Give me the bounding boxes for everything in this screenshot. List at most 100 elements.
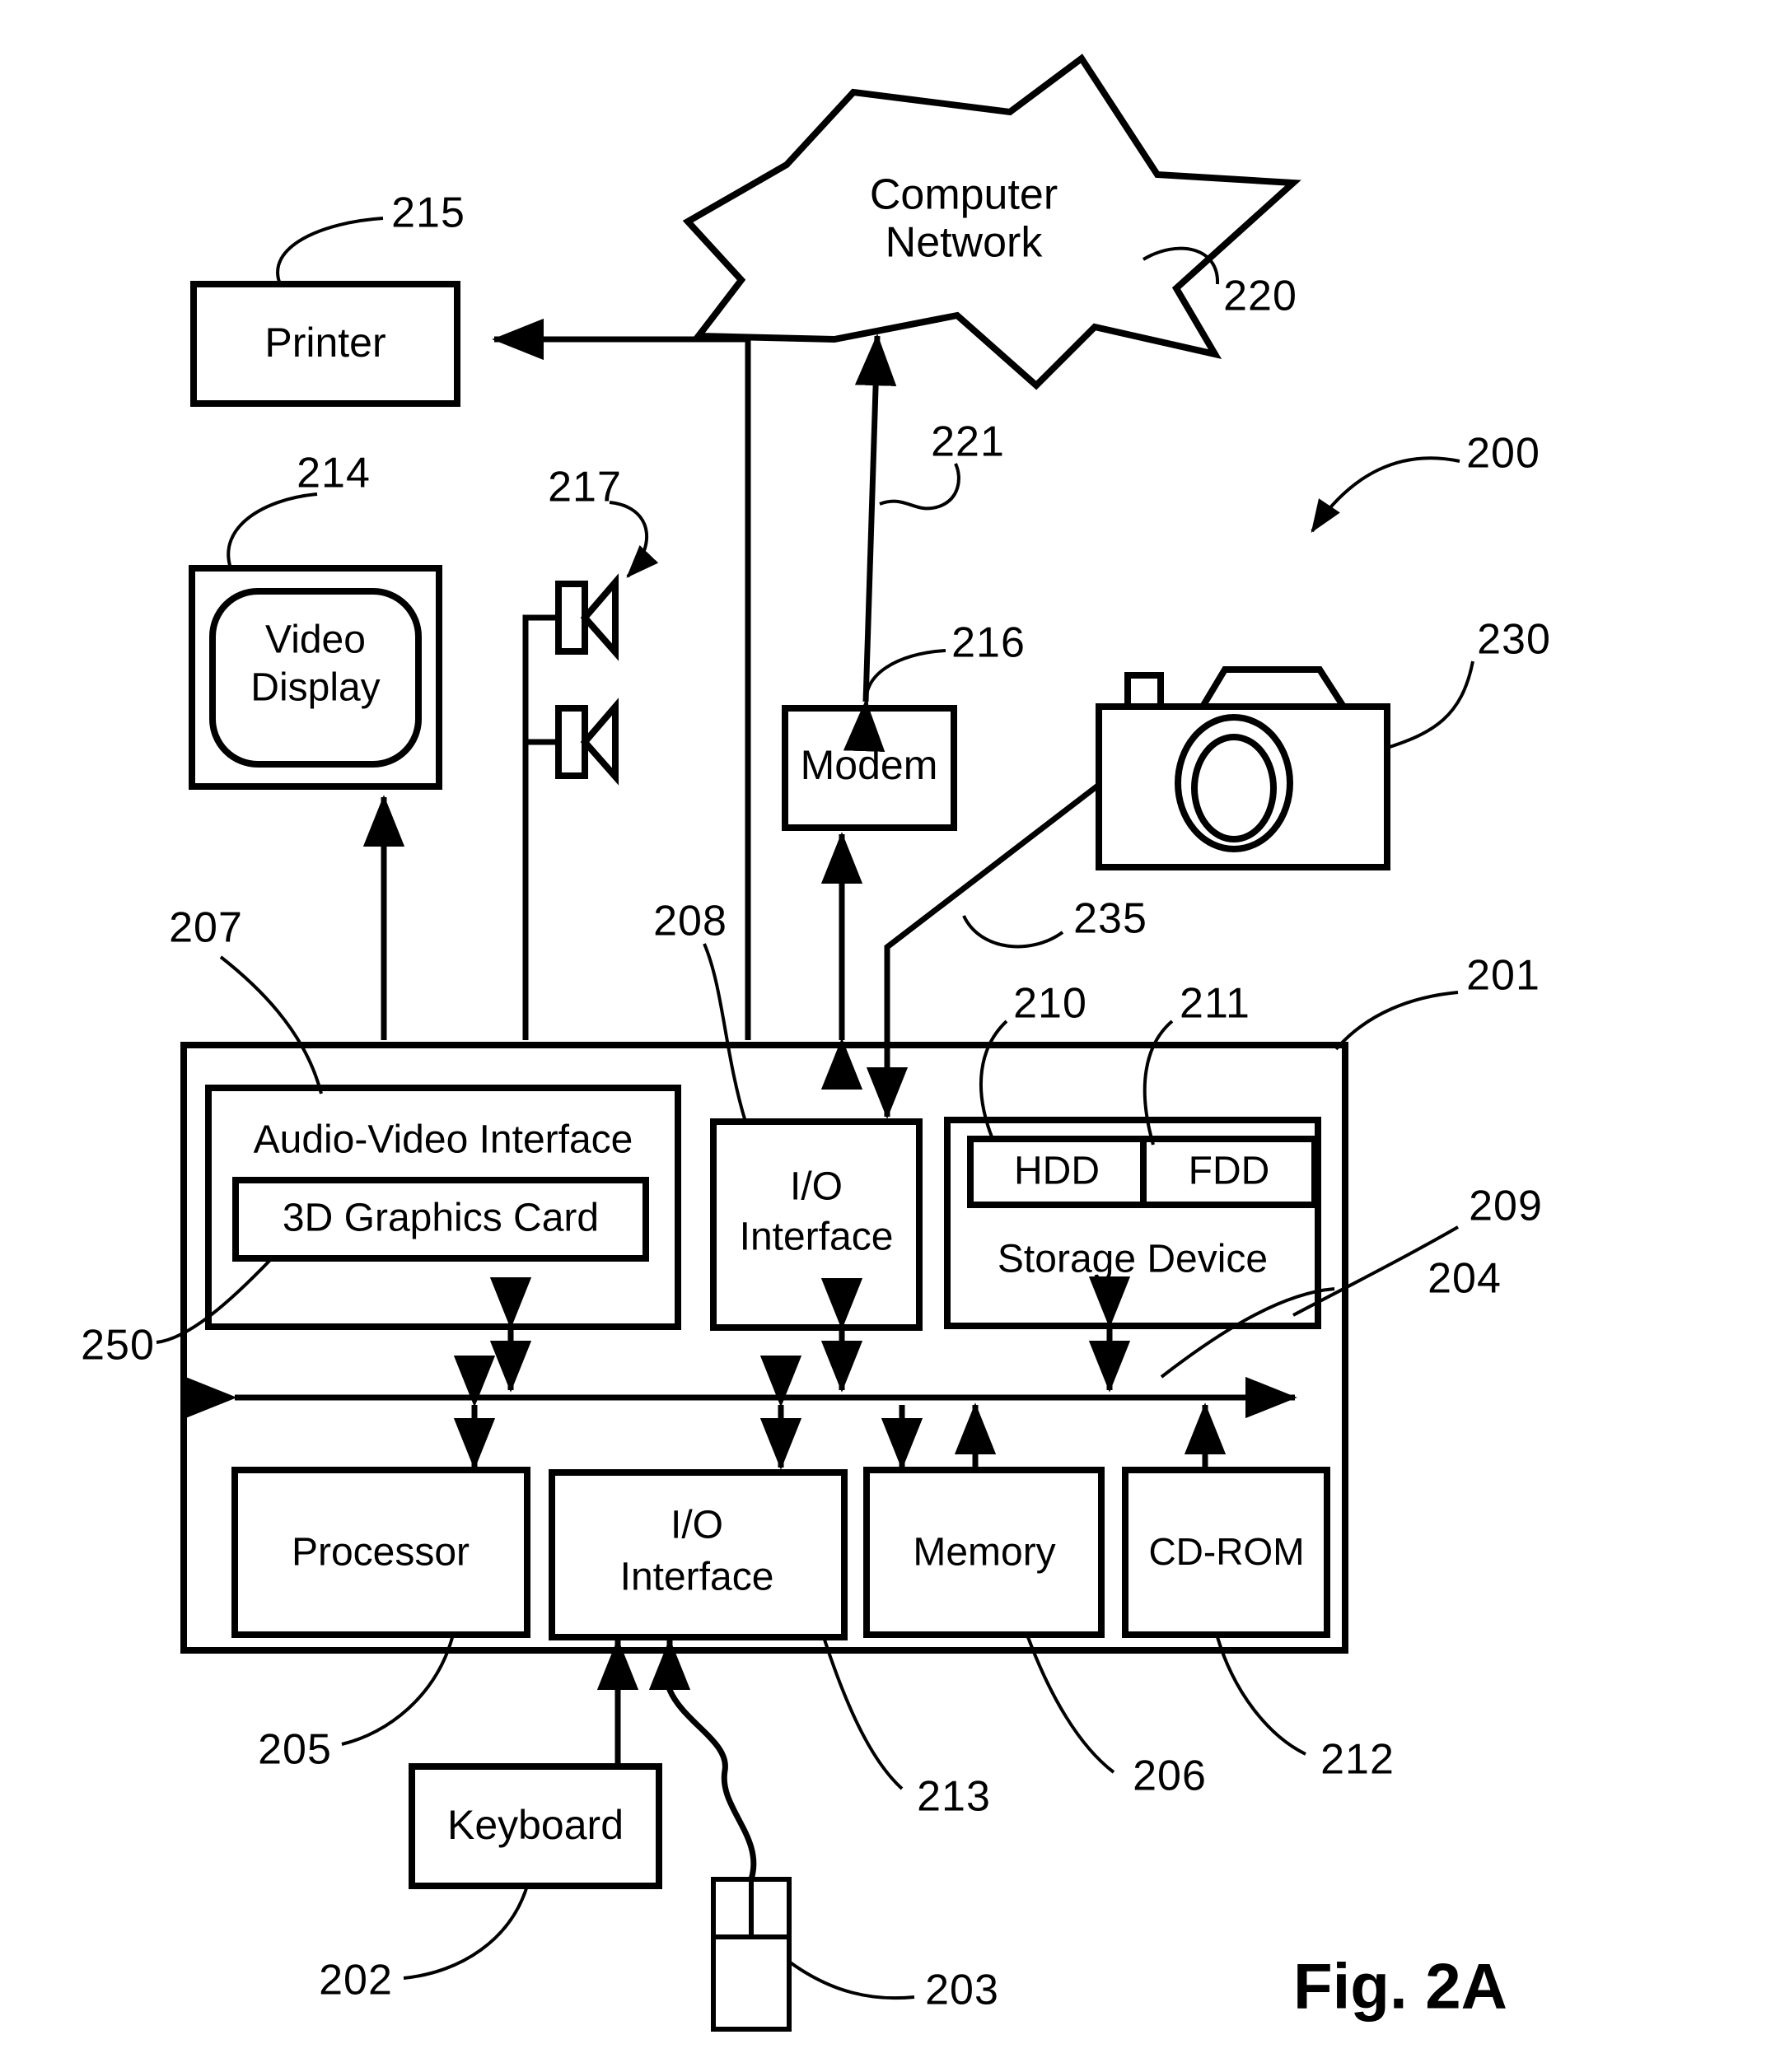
ref-num-220: 220 xyxy=(1223,273,1297,320)
io-interface-top-label-line1: I/O xyxy=(790,1165,843,1209)
leader-208 xyxy=(703,943,747,1122)
camera-node[interactable] xyxy=(1096,666,1390,870)
speaker-wire-bracket xyxy=(522,614,558,745)
leader-217 xyxy=(609,501,659,578)
ref-num-250: 250 xyxy=(81,1322,155,1370)
leader-213 xyxy=(822,1636,904,1790)
modem-node[interactable]: Modem xyxy=(782,705,957,831)
figure-page: Printer 215 Computer Network 220 200 Vid… xyxy=(0,0,1785,2072)
figure-canvas: Printer 215 Computer Network 220 200 Vid… xyxy=(81,54,1551,2032)
keyboard-ref-leader: 202 xyxy=(319,1885,529,2004)
video-display-ref-leader: 214 xyxy=(227,450,371,569)
ref-num-200: 200 xyxy=(1466,430,1540,478)
mouse-ref-leader: 203 xyxy=(787,1960,999,2014)
ref-num-202: 202 xyxy=(319,1957,393,2004)
keyboard-node[interactable]: Keyboard xyxy=(409,1638,662,1889)
storage-device-ref-leader: 209 xyxy=(1292,1183,1543,1317)
network-modem-line xyxy=(843,334,897,752)
camera-ref-leader: 230 xyxy=(1386,616,1551,749)
ref-num-208: 208 xyxy=(653,898,727,945)
ref-num-201: 201 xyxy=(1466,952,1540,1000)
io-interface-top-node[interactable]: I/O Interface xyxy=(710,1118,923,1331)
mouse-cable xyxy=(648,1638,757,1881)
ref-num-205: 205 xyxy=(258,1726,332,1774)
camera-lens-inner xyxy=(1191,734,1277,842)
io-interface-bottom-label-line1: I/O xyxy=(671,1504,723,1547)
computer-network-node[interactable]: Computer Network xyxy=(682,54,1301,390)
network-label-line1: Computer xyxy=(870,171,1058,219)
memory-label: Memory xyxy=(913,1531,1055,1575)
memory-node[interactable]: Memory xyxy=(863,1467,1105,1638)
processor-node[interactable]: Processor xyxy=(231,1467,530,1638)
leader-216 xyxy=(864,649,946,709)
cdrom-ref-leader: 212 xyxy=(1216,1636,1395,1784)
modem-ref-leader: 216 xyxy=(864,619,1026,709)
camera-body[interactable] xyxy=(1096,703,1390,870)
io-interface-bottom-node[interactable]: I/O Interface xyxy=(549,1469,848,1640)
camera-shutter-button xyxy=(1124,672,1164,710)
leader-201 xyxy=(1334,991,1459,1051)
leader-221 xyxy=(879,463,960,511)
graphics-card-label: 3D Graphics Card xyxy=(283,1197,599,1240)
ref-num-210: 210 xyxy=(1013,980,1087,1028)
leader-211 xyxy=(1142,1020,1174,1146)
printer-ref-leader: 215 xyxy=(276,189,465,285)
leader-204 xyxy=(1160,1287,1335,1379)
ref-num-214: 214 xyxy=(297,450,371,497)
ref-num-207: 207 xyxy=(169,904,243,952)
cdrom-node[interactable]: CD-ROM xyxy=(1122,1467,1330,1638)
camera-pentaprism xyxy=(1199,666,1347,709)
bus-upper-connections xyxy=(489,1276,1131,1393)
storage-device-node[interactable]: HDD FDD Storage Device xyxy=(944,1117,1321,1329)
ref-num-203: 203 xyxy=(925,1967,999,2014)
io-interface-bottom-label-line2: Interface xyxy=(620,1556,774,1599)
speakers-ref-leader: 217 xyxy=(548,464,659,578)
processor-label: Processor xyxy=(292,1531,470,1575)
leader-202 xyxy=(403,1885,529,1980)
mouse-node[interactable] xyxy=(648,1638,792,2032)
speaker-bottom-cone xyxy=(580,698,619,786)
cdrom-label: CD-ROM xyxy=(1148,1530,1304,1573)
speaker-top-cone xyxy=(580,573,619,661)
modem-label: Modem xyxy=(801,742,938,788)
audio-video-interface-node[interactable]: Audio-Video Interface 3D Graphics Card xyxy=(205,1085,681,1330)
printer-node[interactable]: Printer xyxy=(190,281,460,407)
figure-caption: Fig. 2A xyxy=(1293,1950,1507,2023)
audio-video-interface-label: Audio-Video Interface xyxy=(254,1118,633,1162)
ref-num-213: 213 xyxy=(917,1773,991,1821)
leader-200 xyxy=(1311,456,1460,533)
mouse-body[interactable] xyxy=(711,1934,792,2032)
system-ref-leader: 200 xyxy=(1311,430,1540,533)
processor-ref-leader: 205 xyxy=(258,1634,455,1774)
ref-num-235: 235 xyxy=(1073,895,1147,943)
io-interface-bottom-ref-leader: 213 xyxy=(822,1636,991,1821)
bus-lower-connections xyxy=(453,1355,1227,1470)
leader-235 xyxy=(962,915,1064,949)
leader-207 xyxy=(219,955,323,1094)
ref-num-221: 221 xyxy=(931,418,1005,466)
video-display-node[interactable]: Video Display xyxy=(189,565,442,790)
video-display-label-line1: Video xyxy=(265,618,366,662)
keyboard-label: Keyboard xyxy=(447,1802,624,1848)
speakers-node[interactable] xyxy=(522,573,619,786)
ref-num-206: 206 xyxy=(1133,1752,1207,1800)
ref-num-216: 216 xyxy=(951,619,1026,667)
ref-num-209: 209 xyxy=(1469,1183,1543,1230)
leader-230 xyxy=(1386,660,1474,749)
leader-214 xyxy=(227,492,318,569)
video-display-label-line2: Display xyxy=(250,666,380,710)
ref-num-212: 212 xyxy=(1320,1736,1395,1784)
network-label-line2: Network xyxy=(885,219,1044,267)
memory-ref-leader: 206 xyxy=(1026,1636,1207,1800)
leader-203 xyxy=(787,1960,915,2000)
ref-num-230: 230 xyxy=(1477,616,1551,664)
graphics-card-ref-leader: 250 xyxy=(81,1257,273,1370)
leader-215 xyxy=(276,217,384,285)
av-interface-ref-leader: 207 xyxy=(169,904,323,1094)
hdd-ref-leader: 210 xyxy=(979,980,1087,1140)
computer-module-ref-leader: 201 xyxy=(1334,952,1540,1051)
storage-device-label: Storage Device xyxy=(998,1238,1268,1281)
leader-212 xyxy=(1216,1636,1306,1756)
io-interface-top-label-line2: Interface xyxy=(740,1216,894,1259)
ref-num-217: 217 xyxy=(548,464,622,511)
